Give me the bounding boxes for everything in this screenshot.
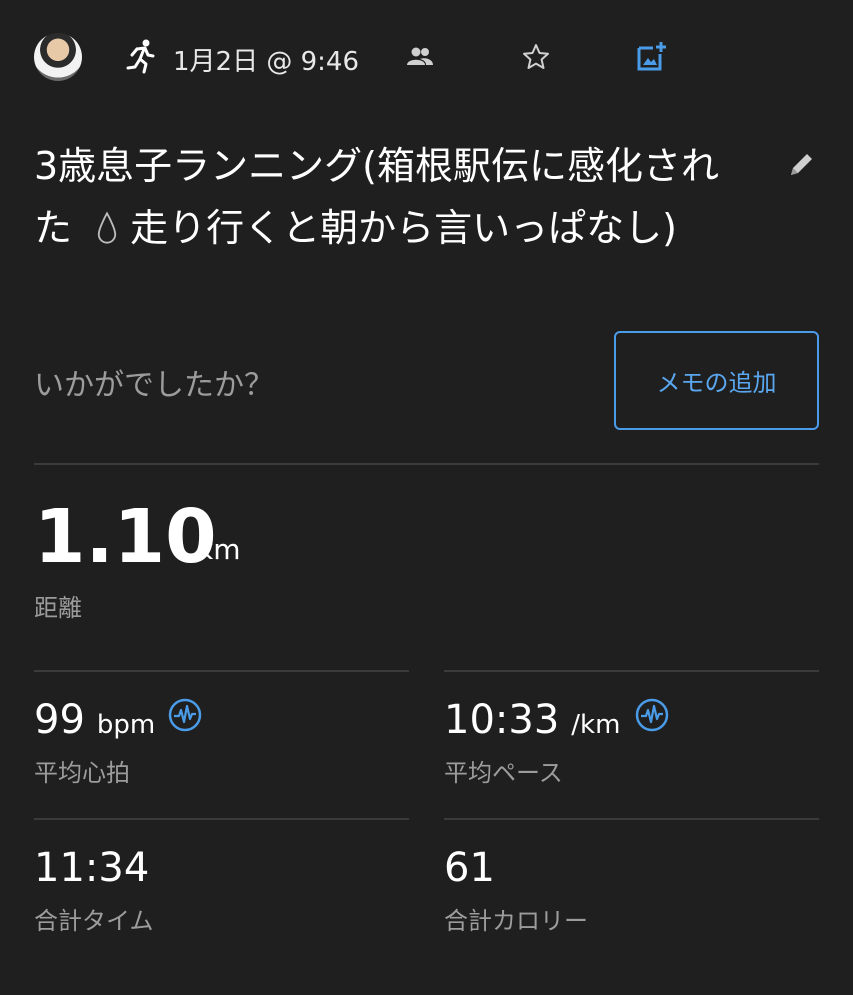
activity-header: 1月2日 @ 9:46 xyxy=(0,0,853,115)
heart-rate-unit: bpm xyxy=(96,710,156,740)
activity-title-part2: 走り行くと朝から言いっぱなし) xyxy=(130,206,677,250)
activity-detail-page: 1月2日 @ 9:46 3歳息子ランニング(箱根駅伝に感化された 走り行くと朝か… xyxy=(0,0,853,995)
pace-label: 平均ペース xyxy=(444,759,563,787)
heart-rate-value: 99 xyxy=(34,697,85,743)
add-photo-icon[interactable] xyxy=(636,40,668,72)
divider xyxy=(444,670,819,672)
calories-value: 61 xyxy=(444,845,495,891)
pace-value: 10:33 xyxy=(444,697,560,743)
stat-pace: 10:33 /km 平均ペース xyxy=(444,697,819,827)
feedback-prompt: いかがでしたか？ xyxy=(34,368,274,403)
heart-rate-label: 平均心拍 xyxy=(34,759,130,787)
stat-calories: 61 合計カロリー xyxy=(444,845,819,975)
activity-title[interactable]: 3歳息子ランニング(箱根駅伝に感化された 走り行くと朝から言いっぱなし) xyxy=(34,135,754,259)
pulse-icon[interactable] xyxy=(167,697,203,733)
avatar[interactable] xyxy=(34,33,82,81)
star-icon[interactable] xyxy=(521,42,551,72)
distance-value: 1.10 xyxy=(34,494,217,580)
droplet-icon xyxy=(97,211,117,244)
divider xyxy=(34,670,409,672)
divider xyxy=(34,818,409,820)
running-icon xyxy=(126,39,155,74)
divider xyxy=(444,818,819,820)
pulse-icon[interactable] xyxy=(634,697,670,733)
pace-unit: /km xyxy=(571,710,621,740)
distance-label: 距離 xyxy=(34,594,82,622)
total-time-value: 11:34 xyxy=(34,845,150,891)
distance-unit: km xyxy=(197,533,241,566)
pencil-icon[interactable] xyxy=(786,148,818,180)
activity-date-time: 1月2日 @ 9:46 xyxy=(173,47,359,77)
divider xyxy=(34,463,819,465)
add-memo-button[interactable]: メモの追加 xyxy=(614,331,819,430)
stat-total-time: 11:34 合計タイム xyxy=(34,845,409,975)
calories-label: 合計カロリー xyxy=(444,907,588,935)
total-time-label: 合計タイム xyxy=(34,907,154,935)
stat-heart-rate: 99 bpm 平均心拍 xyxy=(34,697,409,827)
people-icon[interactable] xyxy=(405,43,435,71)
